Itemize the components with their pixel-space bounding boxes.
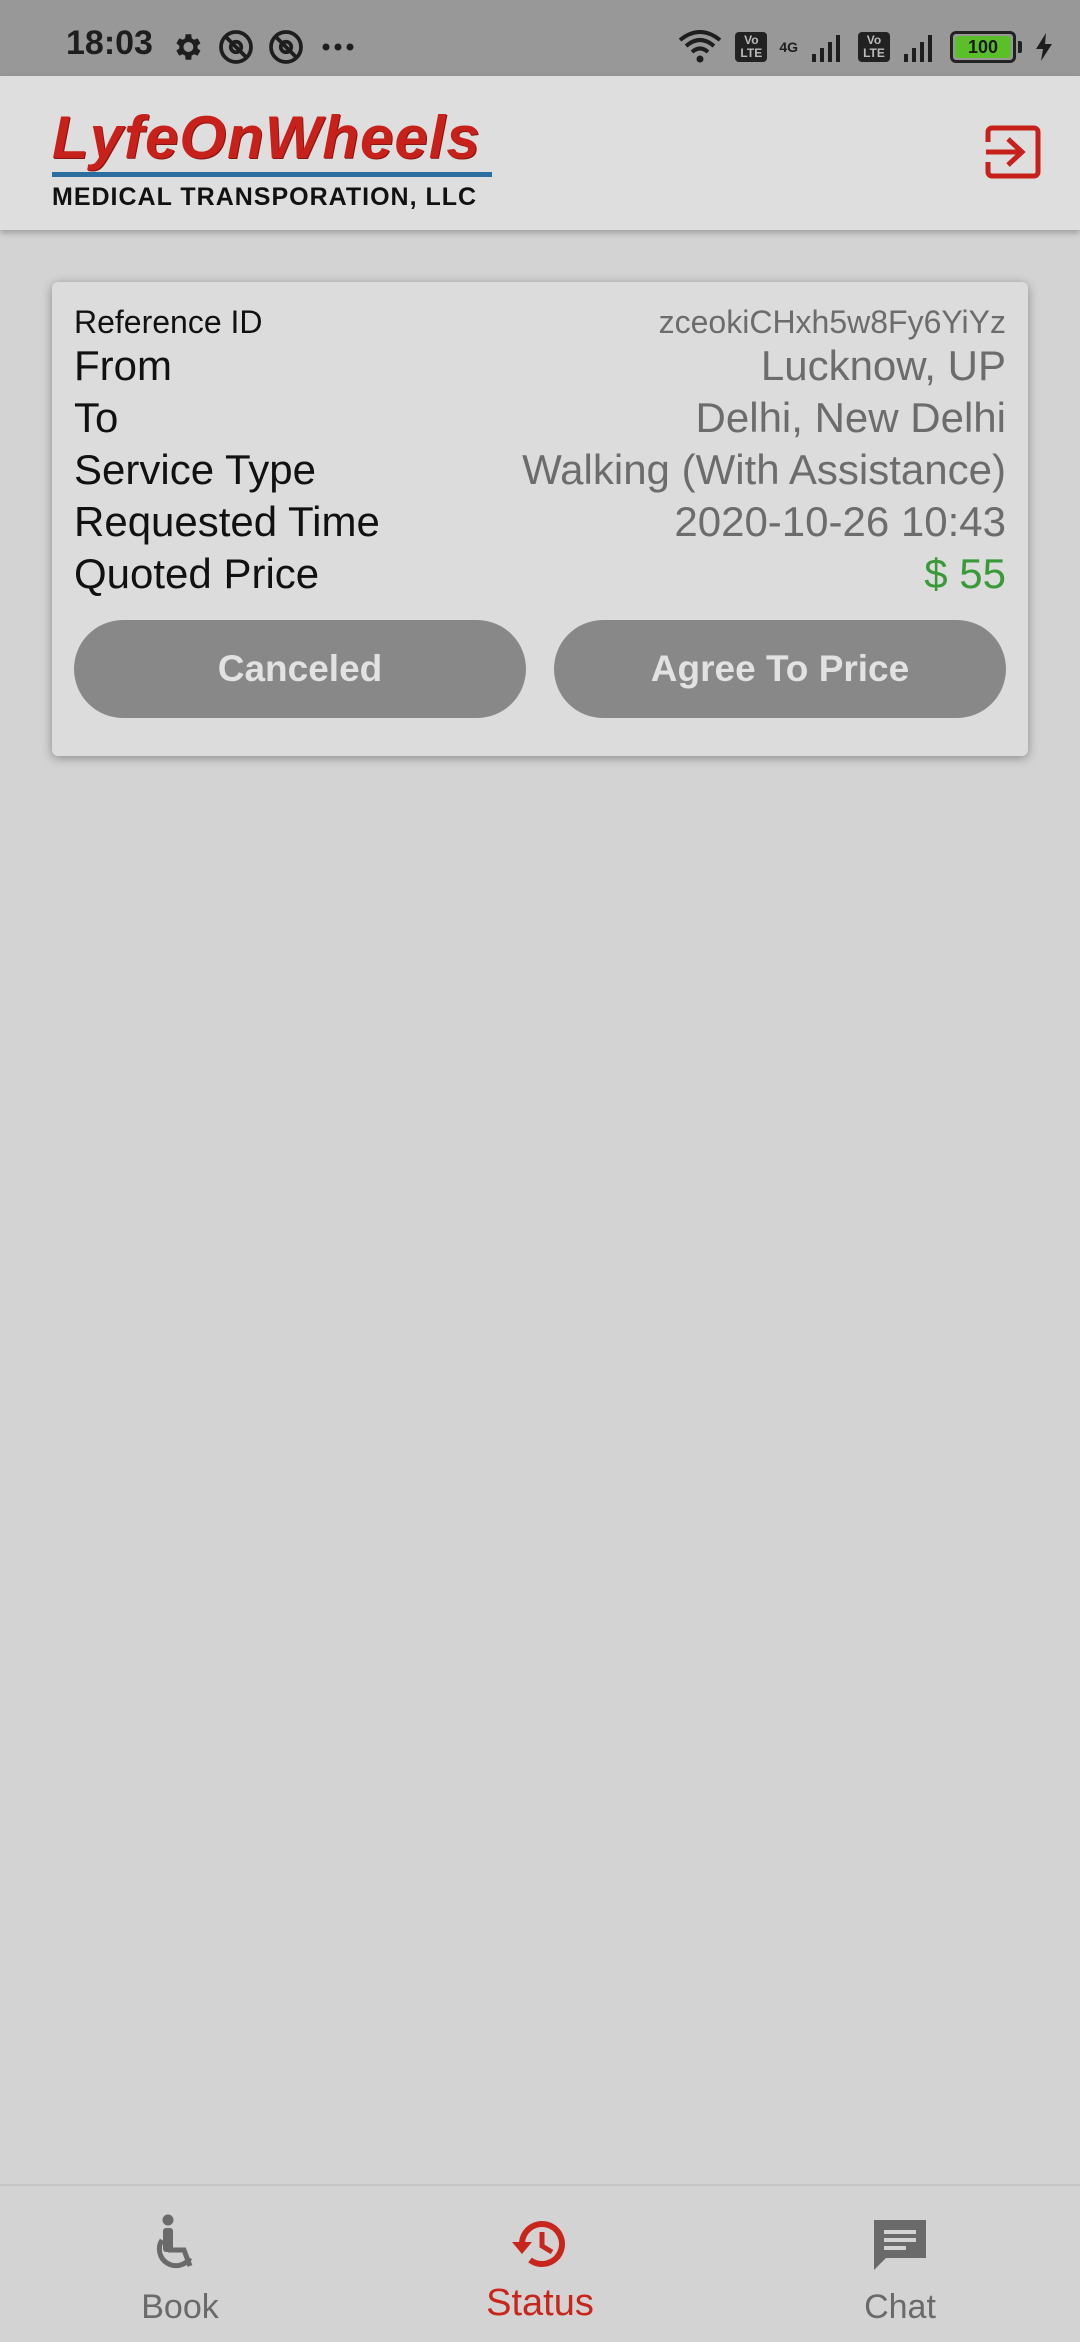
to-label: To <box>74 394 119 441</box>
reference-value: zceokiCHxh5w8Fy6YiYz <box>658 304 1006 340</box>
charging-icon <box>1036 33 1052 61</box>
status-icons-right: Vo LTE 4G Vo LTE 100 <box>677 22 1054 72</box>
canceled-button[interactable]: Canceled <box>74 620 526 718</box>
volte-badge: Vo LTE <box>735 32 768 62</box>
from-row: From Lucknow, UP <box>74 342 1006 390</box>
status-time: 18:03 <box>66 24 153 62</box>
battery-icon: 100 <box>950 31 1016 63</box>
volte-badge: Vo LTE <box>858 32 890 62</box>
logo-subtitle: MEDICAL TRANSPORATION, LLC <box>52 183 478 211</box>
app-logo: LyfeOnWheels MEDICAL TRANSPORATION, LLC <box>52 108 502 211</box>
requested-time-label: Requested Time <box>74 498 380 545</box>
reference-row: Reference ID zceokiCHxh5w8Fy6YiYz <box>74 304 1006 341</box>
from-value: Lucknow, UP <box>760 342 1006 389</box>
history-icon <box>512 2221 565 2267</box>
settings-icon <box>176 34 201 60</box>
nav-label-chat: Chat <box>864 2288 936 2326</box>
service-type-label: Service Type <box>74 446 317 493</box>
status-icons-left <box>170 24 358 70</box>
reference-label: Reference ID <box>74 304 263 340</box>
battery-level: 100 <box>967 36 999 57</box>
nav-label-book: Book <box>141 2288 219 2326</box>
service-type-value: Walking (With Assistance) <box>522 446 1006 493</box>
nav-item-book[interactable]: Book <box>0 2186 360 2342</box>
nav-item-chat[interactable]: Chat <box>720 2186 1080 2342</box>
request-card: Reference ID zceokiCHxh5w8Fy6YiYz From L… <box>52 282 1028 756</box>
nav-item-status[interactable]: Status <box>360 2186 720 2342</box>
to-row: To Delhi, New Delhi <box>74 394 1006 442</box>
more-dots-icon <box>322 43 354 51</box>
signal-icon <box>904 35 932 62</box>
chat-icon <box>874 2220 926 2270</box>
to-value: Delhi, New Delhi <box>695 394 1006 441</box>
agree-to-price-button[interactable]: Agree To Price <box>554 620 1006 718</box>
requested-time-value: 2020-10-26 10:43 <box>674 498 1006 545</box>
network-type: 4G <box>779 39 798 55</box>
logout-icon[interactable] <box>984 122 1044 182</box>
quoted-price-label: Quoted Price <box>74 550 320 597</box>
service-type-row: Service Type Walking (With Assistance) <box>74 446 1006 494</box>
logo-divider <box>52 172 492 177</box>
requested-time-row: Requested Time 2020-10-26 10:43 <box>74 498 1006 546</box>
from-label: From <box>74 342 172 389</box>
wifi-icon <box>679 30 722 63</box>
at-sign-icon <box>219 30 253 64</box>
bottom-navigation: Book Status Chat <box>0 2184 1080 2342</box>
status-bar: 18:03 Vo LTE 4G Vo LTE 100 <box>0 0 1080 76</box>
at-sign-icon <box>269 30 303 64</box>
nav-label-status: Status <box>486 2282 594 2324</box>
quoted-price-value: $ 55 <box>924 550 1006 597</box>
signal-icon <box>812 35 840 62</box>
wheelchair-icon <box>156 2214 193 2269</box>
logo-title: LyfeOnWheels <box>52 104 481 171</box>
quoted-price-row: Quoted Price $ 55 <box>74 550 1006 598</box>
